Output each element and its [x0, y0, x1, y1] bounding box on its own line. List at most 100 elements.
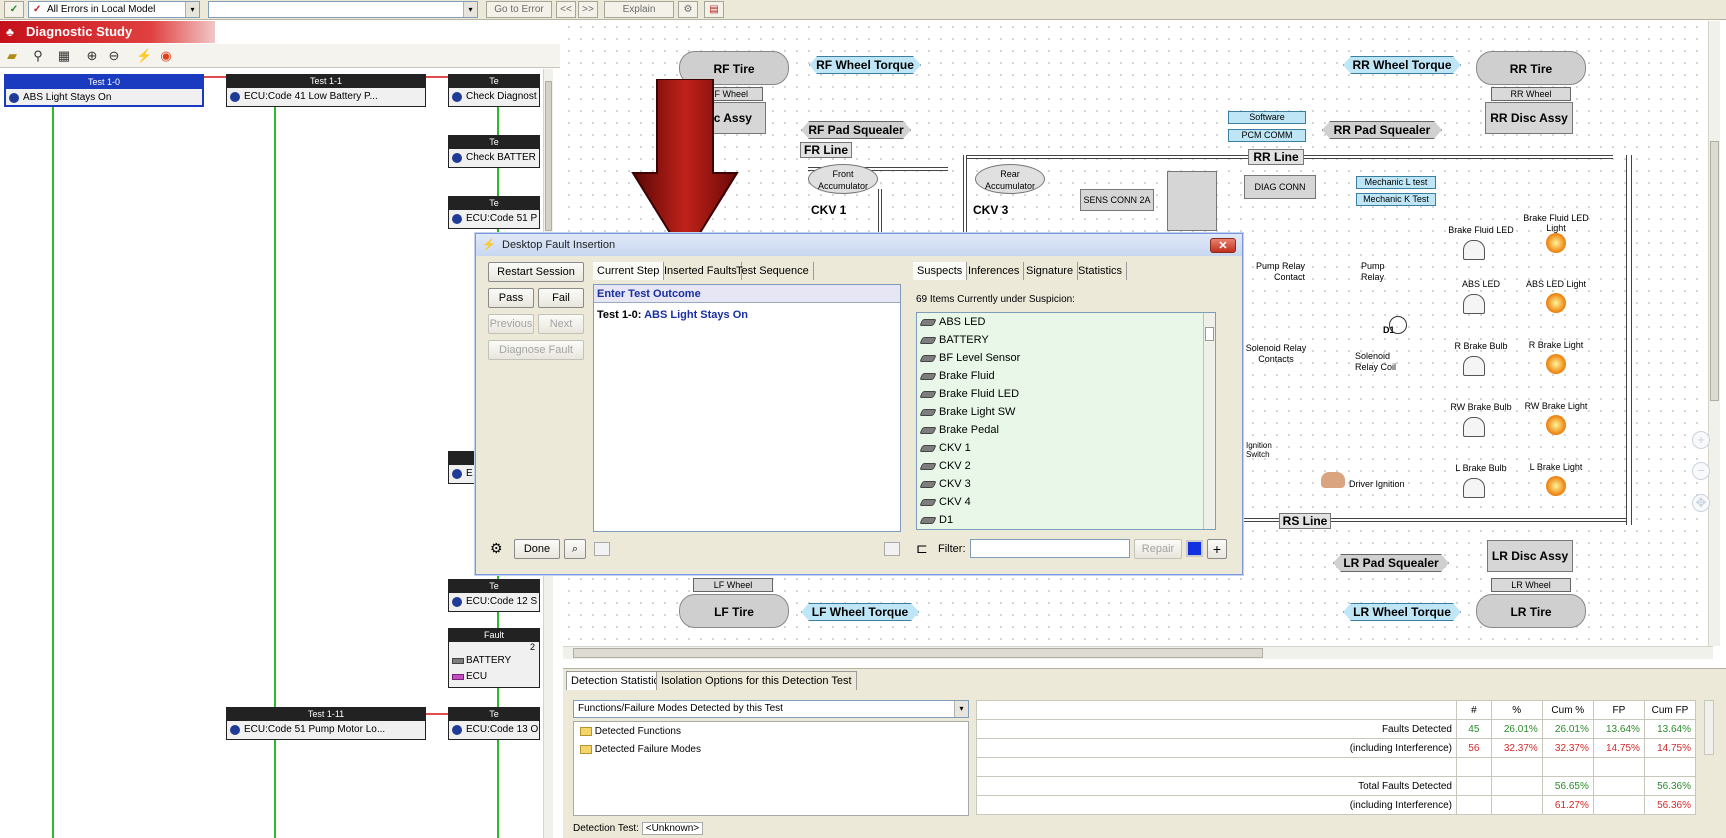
suspect-item[interactable]: Brake Fluid	[917, 367, 1215, 385]
lr-tire[interactable]: LR Tire	[1476, 594, 1586, 628]
suspects-list[interactable]: ABS LED BATTERY BF Level Sensor Brake Fl…	[916, 312, 1216, 530]
light-label[interactable]: RW Brake Light	[1518, 401, 1594, 411]
test-node[interactable]: Te ECU:Code 51 P	[448, 196, 540, 229]
front-accumulator[interactable]: Front Accumulator	[808, 164, 878, 194]
light-label[interactable]: R Brake Light	[1518, 340, 1594, 350]
test-node[interactable]: Te ECU:Code 12 S	[448, 579, 540, 612]
light-bulb-icon[interactable]	[1546, 293, 1566, 313]
grid-icon[interactable]: ▦	[56, 48, 72, 64]
suspect-item[interactable]: CKV 4	[917, 493, 1215, 511]
color-picker[interactable]	[1186, 540, 1203, 557]
suspect-item[interactable]: ABS LED	[917, 313, 1215, 331]
next-button[interactable]: Next	[538, 314, 584, 334]
rr-pad-squealer[interactable]: RR Pad Squealer	[1322, 121, 1442, 139]
diagram-vertical-scrollbar[interactable]	[1708, 21, 1720, 646]
light-label[interactable]: ABS LED Light	[1518, 279, 1594, 289]
tab-detection-statistics[interactable]: Detection Statistics	[566, 671, 670, 690]
explain-button[interactable]: Explain	[604, 1, 674, 18]
close-button[interactable]: ✕	[1210, 238, 1236, 253]
test-node[interactable]: Te ECU:Code 13 O	[448, 707, 540, 740]
tab-suspects[interactable]: Suspects	[913, 262, 968, 280]
light-bulb-icon[interactable]	[1546, 354, 1566, 374]
lr-disc-assy[interactable]: LR Disc Assy	[1487, 540, 1573, 572]
pcm-comm-tag[interactable]: PCM COMM	[1228, 129, 1306, 142]
suspect-item[interactable]: BF Level Sensor	[917, 349, 1215, 367]
lf-wheel-torque[interactable]: LF Wheel Torque	[801, 603, 919, 621]
led-label[interactable]: Brake Fluid LED	[1441, 225, 1521, 235]
lf-tire[interactable]: LF Tire	[679, 594, 789, 628]
tab-signature[interactable]: Signature	[1022, 262, 1079, 280]
zoom-in-icon[interactable]: ⊕	[84, 48, 100, 64]
mechanic-l-test-tag[interactable]: Mechanic L test	[1356, 176, 1436, 189]
led-label[interactable]: L Brake Bulb	[1441, 463, 1521, 473]
light-label[interactable]: Brake Fluid LED Light	[1521, 213, 1591, 233]
suspect-item[interactable]: BATTERY	[917, 331, 1215, 349]
suspect-item[interactable]: D1	[917, 511, 1215, 529]
suspect-item[interactable]: Brake Pedal	[917, 421, 1215, 439]
tab-current-step[interactable]: Current Step	[593, 262, 665, 280]
test-node[interactable]: Te Check Diagnost	[448, 74, 540, 107]
fault-insert-icon[interactable]: ⚡	[136, 48, 152, 64]
stats-scrollbar[interactable]	[1704, 700, 1714, 755]
tab-inserted-faults[interactable]: Inserted Faults	[660, 262, 742, 280]
led-label[interactable]: ABS LED	[1441, 279, 1521, 289]
mechanic-k-test-tag[interactable]: Mechanic K Test	[1356, 193, 1436, 206]
settings-gear-icon[interactable]: ⚙	[490, 540, 503, 557]
tree-view-icon[interactable]: ⊏	[916, 540, 928, 557]
tab-test-sequence[interactable]: Test Sequence	[732, 262, 814, 280]
light-bulb-icon[interactable]	[1546, 233, 1566, 253]
suspect-item[interactable]: Brake Fluid LED	[917, 385, 1215, 403]
test-node[interactable]: Te Check BATTER	[448, 135, 540, 168]
repair-button[interactable]: Repair	[1134, 539, 1182, 559]
fault-node[interactable]: Fault 2 BATTERY ECU	[448, 628, 540, 688]
light-bulb-icon[interactable]	[1546, 476, 1566, 496]
fail-button[interactable]: Fail	[538, 288, 584, 308]
database-icon[interactable]: ◉	[158, 48, 174, 64]
pump-relay-contact-label[interactable]: Pump Relay Contact	[1245, 261, 1305, 283]
zoom-in-icon[interactable]: +	[1692, 431, 1710, 449]
pan-icon[interactable]: ✥	[1692, 494, 1710, 512]
zoom-out-icon[interactable]: ⊖	[106, 48, 122, 64]
scrollbar-thumb[interactable]	[1710, 141, 1719, 401]
led-icon[interactable]	[1463, 417, 1485, 437]
suspect-item[interactable]: CKV 3	[917, 475, 1215, 493]
pump-relay-label[interactable]: Pump Relay	[1361, 261, 1401, 283]
scrollbar-thumb[interactable]	[573, 648, 1263, 658]
rr-wheel-torque[interactable]: RR Wheel Torque	[1343, 56, 1461, 74]
restart-session-button[interactable]: Restart Session	[488, 262, 584, 282]
light-bulb-icon[interactable]	[1546, 415, 1566, 435]
software-tag[interactable]: Software	[1228, 111, 1306, 124]
ecu-box[interactable]	[1167, 171, 1217, 231]
led-icon[interactable]	[1463, 294, 1485, 314]
tab-inferences[interactable]: Inferences	[964, 262, 1025, 280]
rear-accumulator[interactable]: Rear Accumulator	[975, 164, 1045, 194]
test-node-1-0[interactable]: Test 1-0 ABS Light Stays On	[4, 74, 204, 107]
copy-icon[interactable]	[594, 542, 610, 556]
diagram-horizontal-scrollbar[interactable]	[563, 646, 1713, 659]
suspect-item[interactable]: CKV 1	[917, 439, 1215, 457]
dialog-titlebar[interactable]: ⚡ Desktop Fault Insertion	[476, 234, 1242, 256]
error-list-select[interactable]: ▾	[208, 1, 478, 18]
lf-wheel[interactable]: LF Wheel	[693, 578, 773, 592]
led-icon[interactable]	[1463, 240, 1485, 260]
lr-pad-squealer[interactable]: LR Pad Squealer	[1333, 554, 1449, 572]
zoom-out-icon[interactable]: −	[1692, 462, 1710, 480]
pass-button[interactable]: Pass	[488, 288, 534, 308]
tree-item-detected-failure-modes[interactable]: Detected Failure Modes	[580, 744, 701, 755]
tab-isolation-options[interactable]: Isolation Options for this Detection Tes…	[656, 671, 857, 690]
test-node[interactable]: E	[448, 451, 478, 484]
rf-pad-squealer[interactable]: RF Pad Squealer	[801, 121, 911, 139]
suspects-scrollbar[interactable]	[1203, 313, 1215, 529]
lr-wheel-torque[interactable]: LR Wheel Torque	[1343, 603, 1461, 621]
led-icon[interactable]	[1463, 356, 1485, 376]
error-filter-select[interactable]: ✓ All Errors in Local Model ▾	[28, 1, 200, 18]
diag-conn[interactable]: DIAG CONN	[1244, 175, 1316, 199]
settings-gear-icon[interactable]: ⚙	[678, 1, 698, 18]
rf-wheel-torque[interactable]: RF Wheel Torque	[809, 56, 921, 74]
filter-input[interactable]	[970, 539, 1130, 558]
report-icon[interactable]: ▤	[704, 1, 724, 18]
previous-error-button[interactable]: <<	[556, 1, 576, 18]
rr-disc-assy[interactable]: RR Disc Assy	[1485, 102, 1573, 134]
test-node-1-1[interactable]: Test 1-1 ECU:Code 41 Low Battery P...	[226, 74, 426, 107]
next-error-button[interactable]: >>	[578, 1, 598, 18]
